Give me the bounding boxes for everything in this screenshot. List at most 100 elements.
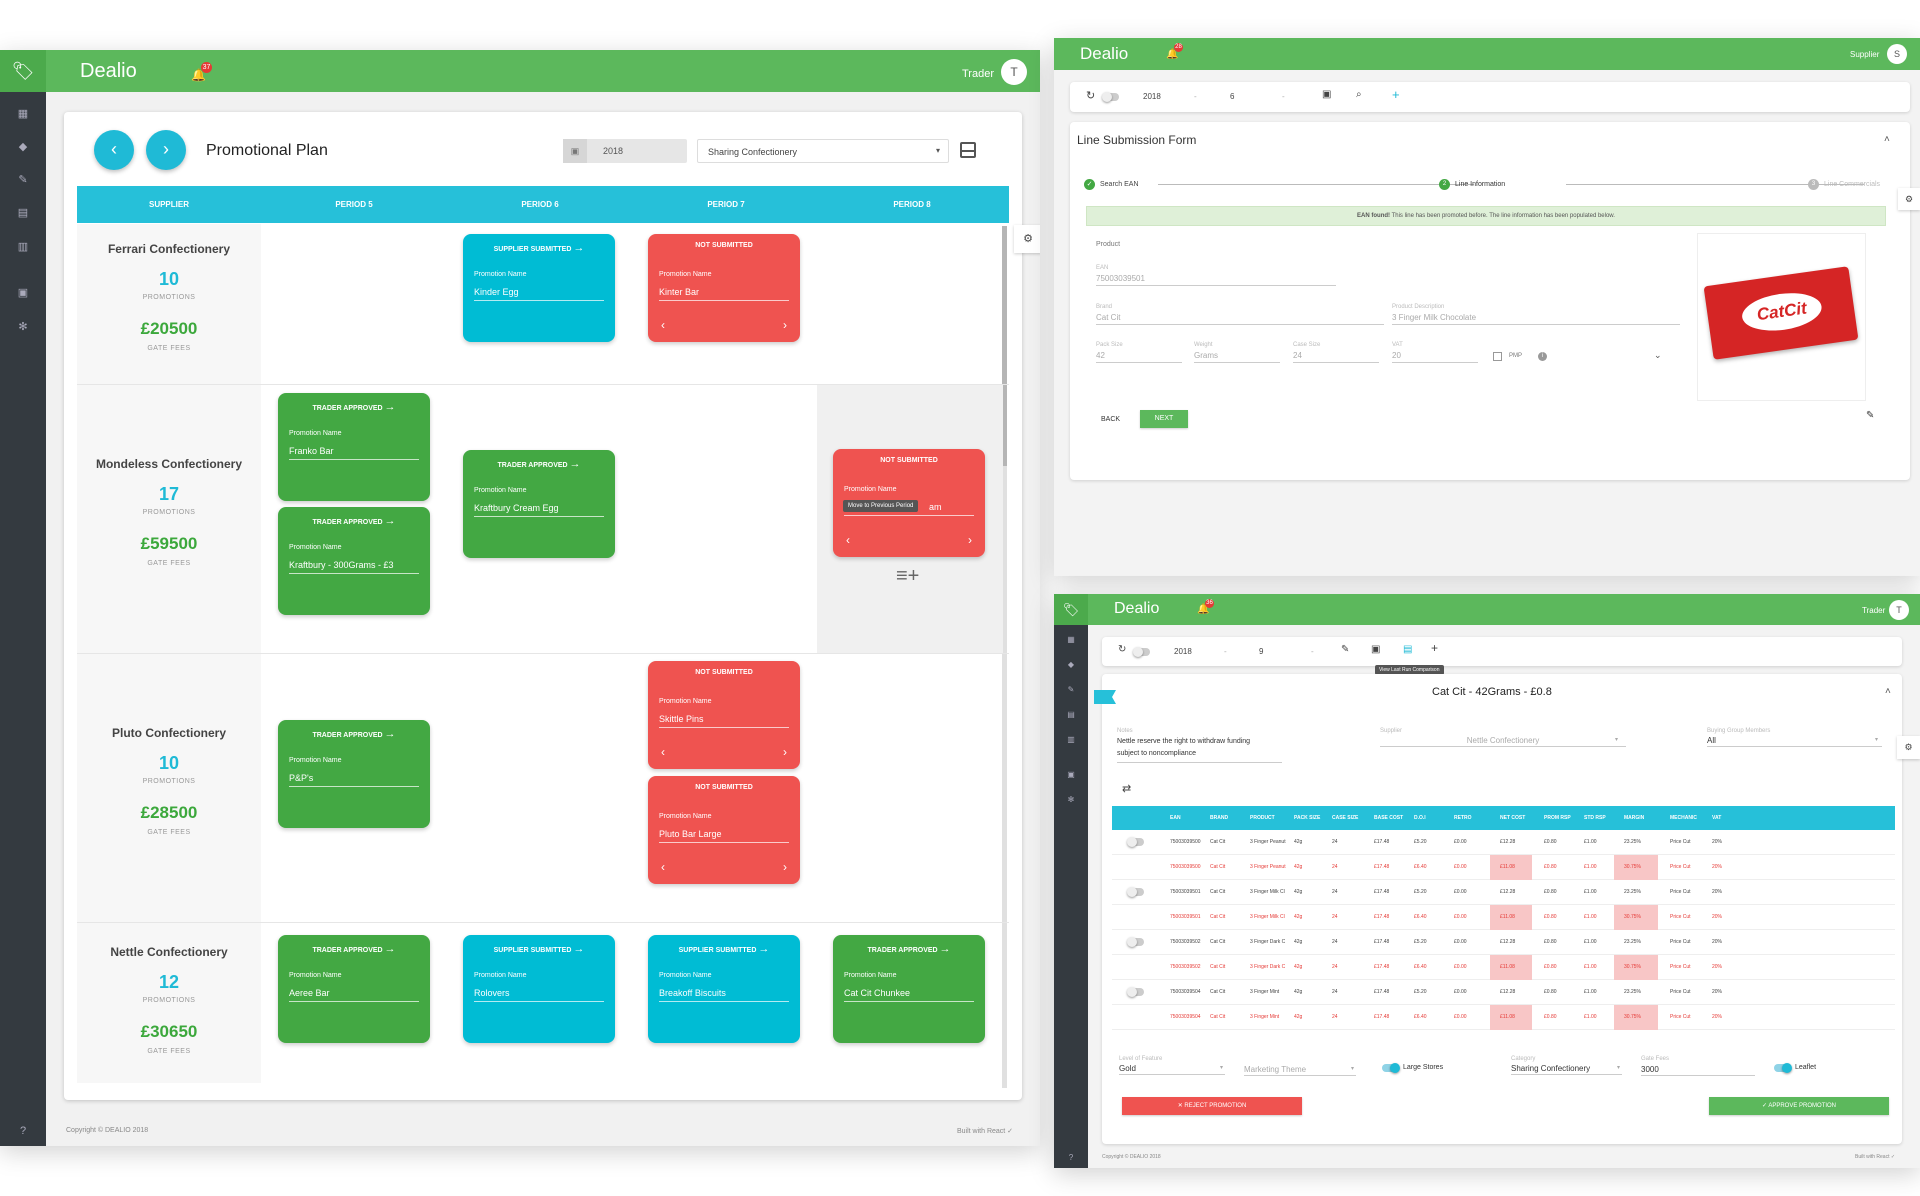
step-line-commercials[interactable]: Line Commercials xyxy=(1824,181,1880,188)
description-field[interactable]: 3 Finger Milk Chocolate xyxy=(1392,313,1680,325)
avatar[interactable]: T xyxy=(1889,600,1909,620)
previous-button[interactable]: ‹ xyxy=(94,130,134,170)
promotion-card[interactable]: TRADER APPROVED → Promotion Name Kraftbu… xyxy=(463,450,615,558)
calendar-icon[interactable]: ▣ xyxy=(1322,89,1331,100)
pmp-checkbox[interactable] xyxy=(1493,352,1502,361)
row-toggle[interactable] xyxy=(1127,987,1144,997)
calendar-icon[interactable]: ▣ xyxy=(0,286,46,299)
weight-select[interactable]: Grams xyxy=(1194,351,1280,363)
period-value[interactable]: 9 xyxy=(1259,647,1263,656)
arrow-right-icon[interactable]: → xyxy=(385,401,396,413)
next-button[interactable]: › xyxy=(146,130,186,170)
arrow-right-icon[interactable]: → xyxy=(573,242,584,254)
promotion-card[interactable]: TRADER APPROVED → Promotion Name Aeree B… xyxy=(278,935,430,1043)
arrow-right-icon[interactable]: → xyxy=(385,515,396,527)
vat-field[interactable]: 20 xyxy=(1392,351,1478,363)
logo-tag-icon[interactable]: 🏷 xyxy=(1054,594,1088,625)
promotion-card[interactable]: TRADER APPROVED → Promotion Name Franko … xyxy=(278,393,430,501)
category-select[interactable]: Sharing Confectionery ▾ xyxy=(1511,1064,1622,1075)
info-icon[interactable]: i xyxy=(1538,352,1547,361)
add-icon[interactable]: + xyxy=(1431,641,1438,655)
help-icon[interactable]: ? xyxy=(0,1125,46,1137)
refresh-icon[interactable]: ↻ xyxy=(1118,644,1126,655)
pencil-icon[interactable]: ✎ xyxy=(1054,685,1088,694)
gear-icon[interactable]: ⚙ xyxy=(1898,188,1920,210)
tag-icon[interactable]: ◆ xyxy=(0,140,46,153)
notes-line-2[interactable]: subject to noncompliance xyxy=(1117,750,1196,757)
list-icon[interactable]: ▤ xyxy=(0,206,46,219)
promotion-card[interactable]: NOT SUBMITTED Promotion Name Skittle Pin… xyxy=(648,661,800,769)
add-icon[interactable]: + xyxy=(1392,87,1400,102)
promotion-card[interactable]: TRADER APPROVED → Promotion Name Cat Cit… xyxy=(833,935,985,1043)
back-button[interactable]: BACK xyxy=(1101,416,1120,423)
table-row[interactable]: 75003039502 Cat Cit 3 Finger Dark C 42g 24 £1… xyxy=(1112,955,1895,980)
chevron-right-icon[interactable]: › xyxy=(968,533,972,547)
chevron-left-icon[interactable]: ‹ xyxy=(661,860,665,874)
table-row[interactable]: 75003039502 Cat Cit 3 Finger Dark C 42g 24 £1… xyxy=(1112,930,1895,955)
category-select[interactable]: Sharing Confectionery ▾ xyxy=(697,139,949,163)
promotion-card[interactable]: TRADER APPROVED → Promotion Name P&P's xyxy=(278,720,430,828)
add-promotion-icon[interactable]: ≡+ xyxy=(896,565,919,588)
promotion-card[interactable]: TRADER APPROVED → Promotion Name Kraftbu… xyxy=(278,507,430,615)
chevron-up-icon[interactable]: ˄ xyxy=(1884,134,1890,145)
avatar[interactable]: S xyxy=(1887,44,1907,64)
chevron-right-icon[interactable]: › xyxy=(783,860,787,874)
book-icon[interactable]: ▥ xyxy=(1054,735,1088,744)
year-value[interactable]: 2018 xyxy=(1143,92,1161,101)
calendar-icon[interactable]: ▣ xyxy=(1054,770,1088,779)
view-toggle-icon[interactable] xyxy=(960,142,976,158)
avatar[interactable]: T xyxy=(1001,59,1027,85)
calendar-icon[interactable]: ▣ xyxy=(1371,644,1380,655)
table-row[interactable]: 75003039504 Cat Cit 3 Finger Mint 42g 24 £17.… xyxy=(1112,980,1895,1005)
gear-icon[interactable]: ⚙ xyxy=(1014,225,1040,253)
logo-tag-icon[interactable]: 🏷 xyxy=(0,50,46,92)
swap-icon[interactable]: ⇄ xyxy=(1122,782,1131,795)
arrow-right-icon[interactable]: → xyxy=(385,943,396,955)
period-value[interactable]: 6 xyxy=(1230,92,1234,101)
settings-icon[interactable]: ✻ xyxy=(1054,795,1088,804)
table-row[interactable]: 75003039500 Cat Cit 3 Finger Peanut 42g 24 £1… xyxy=(1112,830,1895,855)
search-icon[interactable]: ⌕ xyxy=(1356,89,1362,100)
arrow-right-icon[interactable]: → xyxy=(570,458,581,470)
promotion-card[interactable]: SUPPLIER SUBMITTED → Promotion Name Kind… xyxy=(463,234,615,342)
pack-size-field[interactable]: 42 xyxy=(1096,351,1182,363)
dashboard-icon[interactable]: ▦ xyxy=(0,107,46,120)
toggle[interactable] xyxy=(1133,647,1150,657)
toggle[interactable] xyxy=(1102,92,1119,102)
promotion-card[interactable]: SUPPLIER SUBMITTED → Promotion Name Rolo… xyxy=(463,935,615,1043)
edit-icon[interactable]: ✎ xyxy=(1866,410,1874,421)
chevron-left-icon[interactable]: ‹ xyxy=(661,745,665,759)
help-icon[interactable]: ? xyxy=(1054,1153,1088,1162)
ean-field[interactable]: 75003039501 xyxy=(1096,274,1336,286)
table-row[interactable]: 75003039504 Cat Cit 3 Finger Mint 42g 24 £17.… xyxy=(1112,1005,1895,1030)
chevron-down-icon[interactable]: ⌄ xyxy=(1654,350,1662,361)
promotion-card[interactable]: SUPPLIER SUBMITTED → Promotion Name Brea… xyxy=(648,935,800,1043)
book-icon[interactable]: ▥ xyxy=(0,240,46,253)
promotion-card[interactable]: NOT SUBMITTED Promotion Name Pluto Bar L… xyxy=(648,776,800,884)
gate-fees-field[interactable]: 3000 xyxy=(1641,1065,1755,1076)
table-row[interactable]: 75003039501 Cat Cit 3 Finger Milk Cl 42g 24 £… xyxy=(1112,905,1895,930)
large-stores-toggle[interactable] xyxy=(1382,1063,1400,1073)
table-row[interactable]: 75003039501 Cat Cit 3 Finger Milk Cl 42g 24 £… xyxy=(1112,880,1895,905)
year-value[interactable]: 2018 xyxy=(1174,647,1192,656)
pencil-icon[interactable]: ✎ xyxy=(0,173,46,186)
step-search-ean[interactable]: Search EAN xyxy=(1100,181,1139,188)
promotion-card[interactable]: NOT SUBMITTED Promotion Name Kinter Bar … xyxy=(648,234,800,342)
row-toggle[interactable] xyxy=(1127,937,1144,947)
feature-select[interactable]: Gold ▾ xyxy=(1119,1064,1225,1075)
comparison-icon[interactable]: ▤ xyxy=(1403,644,1412,655)
arrow-right-icon[interactable]: → xyxy=(385,728,396,740)
marketing-theme-select[interactable]: Marketing Theme ▾ xyxy=(1244,1065,1356,1076)
buying-group-select[interactable]: All ▾ xyxy=(1707,736,1882,747)
gear-icon[interactable]: ⚙ xyxy=(1897,736,1920,759)
reject-promotion-button[interactable]: ✕ REJECT PROMOTION xyxy=(1122,1097,1302,1115)
edit-icon[interactable]: ✎ xyxy=(1341,644,1349,655)
arrow-right-icon[interactable]: → xyxy=(573,943,584,955)
chevron-left-icon[interactable]: ‹ xyxy=(846,533,850,547)
row-toggle[interactable] xyxy=(1127,837,1144,847)
arrow-right-icon[interactable]: → xyxy=(758,943,769,955)
approve-promotion-button[interactable]: ✓ APPROVE PROMOTION xyxy=(1709,1097,1889,1115)
year-picker[interactable]: ▣ 2018 xyxy=(563,139,687,163)
arrow-right-icon[interactable]: → xyxy=(940,943,951,955)
refresh-icon[interactable]: ↻ xyxy=(1086,89,1095,102)
